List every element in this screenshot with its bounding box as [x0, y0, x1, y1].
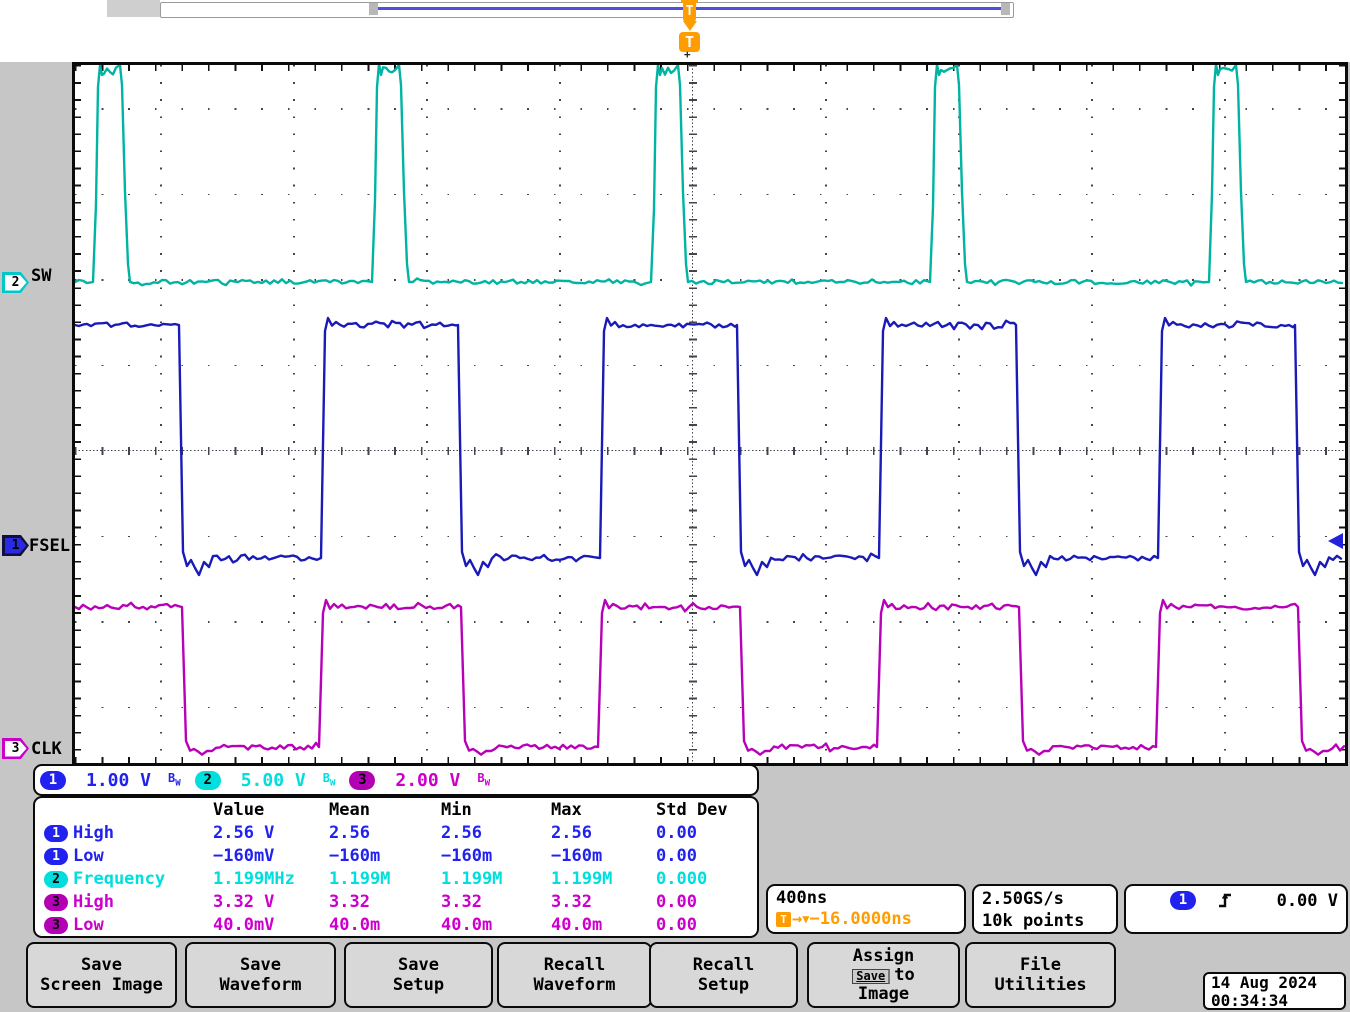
channel-2-scale[interactable]: 5.00 V	[241, 770, 306, 791]
waveform-traces	[75, 65, 1345, 756]
record-window-right-bracket[interactable]	[1001, 3, 1010, 15]
trigger-source-badge: 1	[1170, 891, 1196, 910]
measurement-name: Low	[73, 915, 104, 935]
measurement-mean: 2.56	[329, 823, 370, 843]
measurement-value: 3.32 V	[213, 892, 275, 912]
trace-clk	[75, 598, 1345, 756]
menu-button-save-screen-image[interactable]: Save Screen Image	[26, 942, 177, 1008]
menu-button-recall-waveform[interactable]: Recall Waveform	[497, 942, 652, 1008]
measurement-std: 0.00	[656, 823, 697, 843]
measurement-name: Low	[73, 846, 104, 866]
bandwidth-limit-badge: BW	[168, 771, 181, 789]
bandwidth-limit-badge: BW	[477, 771, 491, 789]
trigger-settings-box[interactable]: 1 0.00 V	[1124, 884, 1348, 934]
measurement-max: 3.32	[551, 892, 592, 912]
oscilloscope-screen: T T + 2 SW 1 FSEL 3 CLK 1 1.00 V BW 2 5.00 V…	[0, 0, 1350, 1012]
record-view-bar[interactable]	[160, 2, 1014, 18]
measurement-value: 40.0mV	[213, 915, 275, 935]
top-strip-gray-block	[107, 0, 160, 17]
measurement-panel: Value Mean Min Max Std Dev 1 High 2.56 V 2.…	[33, 796, 759, 938]
col-header-value: Value	[213, 800, 265, 820]
trigger-level-arrow-icon[interactable]	[1328, 533, 1343, 549]
measurement-min: 40.0m	[441, 915, 493, 935]
trigger-level-value: 0.00 V	[1276, 891, 1338, 911]
measurement-value: 2.56 V	[213, 823, 275, 843]
timebase-scale: 400ns	[776, 888, 828, 908]
channel-3-scale[interactable]: 2.00 V	[395, 770, 460, 791]
measurement-name: High	[73, 823, 114, 843]
measurement-std: 0.00	[656, 846, 697, 866]
menu-button-assign-to-image[interactable]: Assign Save to Image	[807, 942, 960, 1008]
rising-edge-icon	[1219, 893, 1231, 908]
bandwidth-limit-badge: BW	[322, 771, 336, 789]
channel-3-position-marker[interactable]: 3	[2, 738, 29, 759]
trigger-delay-value: −16.0000ns	[809, 909, 912, 929]
measurement-value: 1.199MHz	[213, 869, 295, 889]
measurement-min: 3.32	[441, 892, 482, 912]
trigger-position-arrow-icon	[683, 21, 697, 31]
channel-3-badge[interactable]: 3	[349, 770, 376, 790]
channel-1-scale[interactable]: 1.00 V	[86, 770, 151, 791]
record-window-left-bracket[interactable]	[369, 3, 378, 15]
measurement-channel-badge: 1	[44, 848, 68, 865]
triangle-down-icon: ▼	[802, 912, 810, 926]
measurement-mean: −160m	[329, 846, 381, 866]
measurement-channel-badge: 1	[44, 825, 68, 842]
horizontal-settings-box[interactable]: 400ns T → ▼ −16.0000ns	[766, 884, 966, 934]
measurement-std: 0.00	[656, 892, 697, 912]
measurement-table: Value Mean Min Max Std Dev 1 High 2.56 V 2.…	[39, 799, 757, 937]
trigger-t-icon: T	[776, 911, 791, 927]
col-header-min: Min	[441, 800, 472, 820]
trigger-delay-readout: T → ▼ −16.0000ns	[776, 909, 964, 929]
menu-button-save-waveform[interactable]: Save Waveform	[185, 942, 336, 1008]
measurement-value: −160mV	[213, 846, 275, 866]
mini-save-badge: Save	[852, 968, 891, 984]
measurement-channel-badge: 3	[44, 894, 68, 911]
measurement-min: 1.199M	[441, 869, 503, 889]
measurement-std: 0.000	[656, 869, 708, 889]
measurement-channel-badge: 3	[44, 917, 68, 934]
trace-label-sw: SW	[31, 266, 52, 286]
arrow-right-icon: →	[792, 909, 803, 929]
trace-sw	[75, 65, 1344, 287]
measurement-max: 1.199M	[551, 869, 613, 889]
acquisition-box[interactable]: 2.50GS/s 10k points	[972, 884, 1118, 934]
measurement-min: −160m	[441, 846, 493, 866]
col-header-stddev: Std Dev	[656, 800, 728, 820]
trace-fsel	[75, 316, 1343, 577]
measurement-name: High	[73, 892, 114, 912]
measurement-mean: 3.32	[329, 892, 370, 912]
sample-rate: 2.50GS/s	[982, 889, 1064, 909]
measurement-std: 0.00	[656, 915, 697, 935]
menu-button-save-setup[interactable]: Save Setup	[344, 942, 493, 1008]
measurement-max: 2.56	[551, 823, 592, 843]
trigger-cross-mark: +	[684, 48, 691, 61]
channel-2-badge[interactable]: 2	[194, 770, 221, 790]
channel-2-position-marker[interactable]: 2	[2, 272, 29, 293]
menu-button-file-utilities[interactable]: File Utilities	[965, 942, 1116, 1008]
col-header-max: Max	[551, 800, 582, 820]
record-points: 10k points	[982, 911, 1085, 931]
channel-1-position-marker[interactable]: 1	[2, 535, 29, 556]
time-text: 00:34:34	[1211, 991, 1289, 1010]
measurement-min: 2.56	[441, 823, 482, 843]
measurement-max: 40.0m	[551, 915, 603, 935]
trace-label-fsel: FSEL	[29, 536, 70, 556]
channel-1-badge[interactable]: 1	[40, 770, 66, 790]
col-header-mean: Mean	[329, 800, 370, 820]
menu-button-recall-setup[interactable]: Recall Setup	[649, 942, 798, 1008]
date-text: 14 Aug 2024	[1211, 973, 1317, 992]
measurement-channel-badge: 2	[44, 871, 68, 888]
trace-label-clk: CLK	[31, 739, 62, 759]
channel-scale-bar[interactable]: 1 1.00 V BW 2 5.00 V BW 3 2.00 V BW	[33, 764, 759, 796]
datetime-box: 14 Aug 2024 00:34:34	[1203, 972, 1346, 1010]
trigger-position-flag[interactable]: T	[683, 2, 696, 21]
waveform-display	[72, 62, 1348, 766]
measurement-max: −160m	[551, 846, 603, 866]
measurement-mean: 40.0m	[329, 915, 381, 935]
measurement-mean: 1.199M	[329, 869, 391, 889]
measurement-name: Frequency	[73, 869, 166, 889]
